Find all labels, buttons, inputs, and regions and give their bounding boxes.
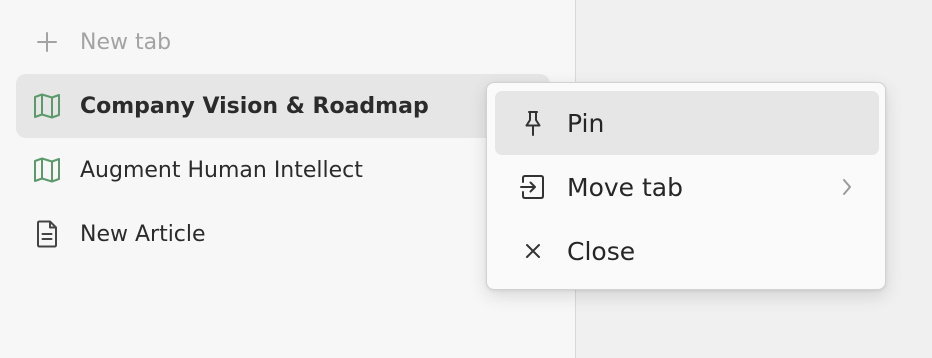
tab-augment-human-intellect[interactable]: Augment Human Intellect xyxy=(16,138,550,202)
plus-icon xyxy=(34,29,60,55)
tab-label: Augment Human Intellect xyxy=(80,157,363,183)
menu-item-label: Pin xyxy=(567,108,605,138)
tab-company-vision-roadmap[interactable]: Company Vision & Roadmap xyxy=(16,74,550,138)
move-to-icon xyxy=(519,173,547,201)
menu-item-label: Move tab xyxy=(567,172,683,202)
document-icon xyxy=(32,219,62,249)
new-tab-button[interactable]: New tab xyxy=(34,24,171,60)
close-icon xyxy=(519,237,547,265)
menu-item-move-tab[interactable]: Move tab xyxy=(495,155,879,219)
chevron-right-icon xyxy=(837,175,857,199)
tab-new-article[interactable]: New Article xyxy=(16,202,550,266)
tab-label: Company Vision & Roadmap xyxy=(80,93,429,119)
menu-item-label: Close xyxy=(567,236,636,266)
map-icon xyxy=(32,91,62,121)
tab-context-menu: Pin Move tab Close xyxy=(486,82,886,290)
new-tab-label: New tab xyxy=(80,29,172,55)
pin-icon xyxy=(519,109,547,137)
map-icon xyxy=(32,155,62,185)
menu-item-close[interactable]: Close xyxy=(495,219,879,283)
tab-label: New Article xyxy=(80,221,206,247)
menu-item-pin[interactable]: Pin xyxy=(495,91,879,155)
